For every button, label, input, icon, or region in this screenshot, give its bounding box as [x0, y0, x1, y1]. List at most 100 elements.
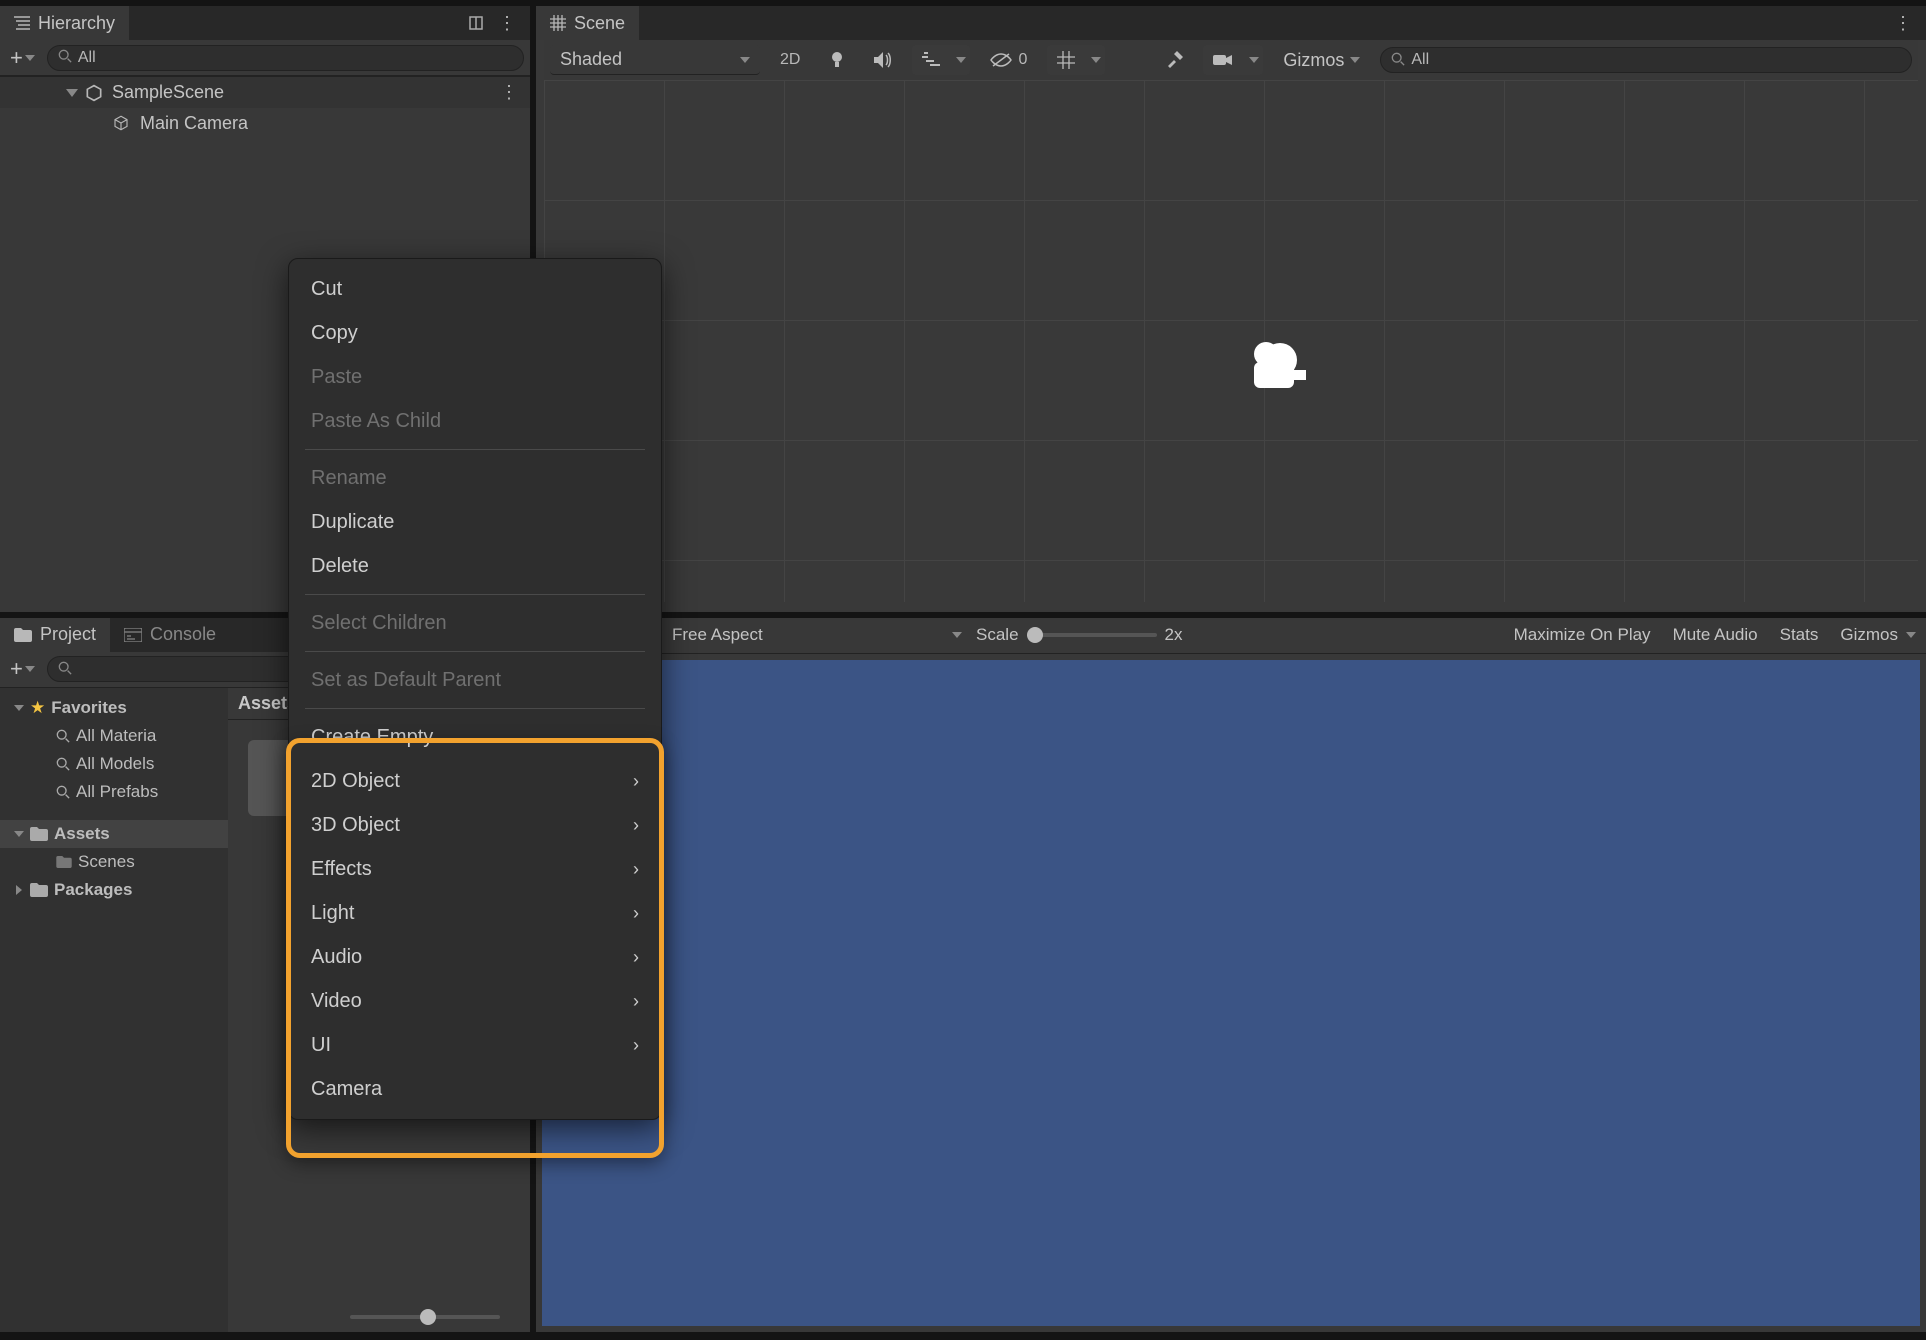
scene-gizmos-dropdown[interactable]: Gizmos [1273, 45, 1370, 75]
thumbnail-size-slider[interactable] [350, 1315, 500, 1319]
expand-icon [66, 89, 78, 97]
chevron-right-icon: › [633, 903, 639, 924]
scene-viewport[interactable] [544, 80, 1918, 602]
folder-icon [56, 856, 72, 868]
gameobject-icon [112, 114, 130, 132]
search-icon [58, 659, 72, 680]
tree-fav-item[interactable]: All Prefabs [0, 778, 228, 806]
slider-knob[interactable] [1027, 627, 1043, 643]
scene-search[interactable]: All [1380, 47, 1912, 73]
scale-value: 2x [1165, 625, 1183, 645]
ctx-label: 3D Object [311, 814, 400, 837]
scene-2d-toggle[interactable]: 2D [770, 45, 810, 75]
project-add-button[interactable]: + [6, 654, 39, 684]
scene-tab[interactable]: Scene [536, 6, 639, 40]
search-icon [56, 785, 70, 799]
tree-assets-child[interactable]: Scenes [0, 848, 228, 876]
ctx-video[interactable]: Video› [289, 979, 661, 1023]
scene-lighting-toggle[interactable] [820, 45, 854, 75]
scene-gridsnap-toggle[interactable] [1047, 45, 1085, 75]
ctx-paste: Paste [289, 355, 661, 399]
ctx-cut[interactable]: Cut [289, 267, 661, 311]
scene-search-text: All [1411, 51, 1429, 69]
game-viewport[interactable] [542, 660, 1920, 1326]
console-tab[interactable]: Console [110, 618, 230, 652]
ctx-copy[interactable]: Copy [289, 311, 661, 355]
chevron-right-icon: › [633, 991, 639, 1012]
shading-mode-dropdown[interactable]: Shaded [550, 45, 760, 75]
unity-scene-icon [84, 83, 104, 103]
ctx-label: Set as Default Parent [311, 669, 501, 692]
plus-icon: + [10, 656, 23, 682]
project-tree: ★ Favorites All Materia All Models All P… [0, 688, 228, 1332]
ctx-label: Cut [311, 278, 342, 301]
camera-icon [1236, 340, 1312, 394]
add-button[interactable]: + [6, 43, 39, 73]
search-icon [56, 729, 70, 743]
scene-fx-toggle[interactable] [912, 45, 950, 75]
stats-toggle[interactable]: Stats [1780, 625, 1819, 645]
tree-label: All Prefabs [76, 782, 158, 802]
scene-gridsnap-dropdown[interactable] [1087, 45, 1105, 75]
scene-camera-button[interactable] [1203, 45, 1243, 75]
hierarchy-tab-label: Hierarchy [38, 13, 115, 34]
scene-toolbar: Shaded 2D [544, 40, 1918, 80]
expand-icon [14, 831, 24, 837]
scene-hidden-toggle[interactable]: 0 [980, 45, 1037, 75]
ctx-camera[interactable]: Camera [289, 1067, 661, 1111]
tree-label: All Materia [76, 726, 156, 746]
game-gizmos-dropdown[interactable]: Gizmos [1840, 625, 1916, 645]
chevron-right-icon: › [633, 771, 639, 792]
hierarchy-scene-row[interactable]: SampleScene ⋮ [0, 76, 530, 108]
slider-knob[interactable] [420, 1309, 436, 1325]
tree-fav-item[interactable]: All Materia [0, 722, 228, 750]
search-text: All [78, 49, 96, 67]
tree-packages[interactable]: Packages [0, 876, 228, 904]
ctx-light[interactable]: Light› [289, 891, 661, 935]
hierarchy-tabbar: Hierarchy ⋮ [0, 6, 530, 40]
hierarchy-tab[interactable]: Hierarchy [0, 6, 129, 40]
tree-label: Packages [54, 880, 132, 900]
kebab-icon[interactable]: ⋮ [498, 13, 518, 34]
scene-tools-button[interactable] [1155, 45, 1193, 75]
chevron-down-icon [952, 632, 962, 638]
ctx-create-empty[interactable]: Create Empty [289, 715, 661, 759]
tree-assets[interactable]: Assets [0, 820, 228, 848]
ctx-effects[interactable]: Effects› [289, 847, 661, 891]
scene-audio-toggle[interactable] [864, 45, 902, 75]
ctx-ui[interactable]: UI› [289, 1023, 661, 1067]
scene-tab-label: Scene [574, 13, 625, 34]
project-tab[interactable]: Project [0, 618, 110, 652]
ctx-delete[interactable]: Delete [289, 544, 661, 588]
scene-fx-dropdown[interactable] [952, 45, 970, 75]
ctx-label: Effects [311, 858, 372, 881]
maximize-on-play-toggle[interactable]: Maximize On Play [1514, 625, 1651, 645]
ctx-label: Delete [311, 555, 369, 578]
scale-slider[interactable] [1027, 633, 1157, 637]
hierarchy-search[interactable]: All [47, 45, 524, 71]
scene-kebab-icon[interactable]: ⋮ [500, 82, 520, 103]
ctx-label: Duplicate [311, 511, 394, 534]
ctx-3d-object[interactable]: 3D Object› [289, 803, 661, 847]
camera-gizmo[interactable] [1236, 340, 1312, 399]
tree-label: Assets [54, 824, 110, 844]
ctx-audio[interactable]: Audio› [289, 935, 661, 979]
ctx-select-children: Select Children [289, 601, 661, 645]
aspect-dropdown[interactable]: Free Aspect [672, 625, 962, 645]
scale-control[interactable]: Scale 2x [976, 625, 1183, 645]
fx-icon [922, 52, 940, 68]
context-menu: Cut Copy Paste Paste As Child Rename Dup… [288, 258, 662, 1120]
mute-audio-toggle[interactable]: Mute Audio [1673, 625, 1758, 645]
kebab-icon[interactable]: ⋮ [1894, 13, 1914, 34]
btn-2d-label: 2D [780, 51, 800, 69]
scene-camera-dropdown[interactable] [1245, 45, 1263, 75]
detach-icon[interactable] [468, 15, 484, 31]
tree-fav-item[interactable]: All Models [0, 750, 228, 778]
ctx-separator [305, 594, 645, 595]
console-tab-label: Console [150, 624, 216, 645]
tree-favorites[interactable]: ★ Favorites [0, 694, 228, 722]
tools-icon [1165, 51, 1183, 69]
ctx-duplicate[interactable]: Duplicate [289, 500, 661, 544]
ctx-2d-object[interactable]: 2D Object› [289, 759, 661, 803]
hierarchy-item-main-camera[interactable]: Main Camera [0, 108, 530, 138]
